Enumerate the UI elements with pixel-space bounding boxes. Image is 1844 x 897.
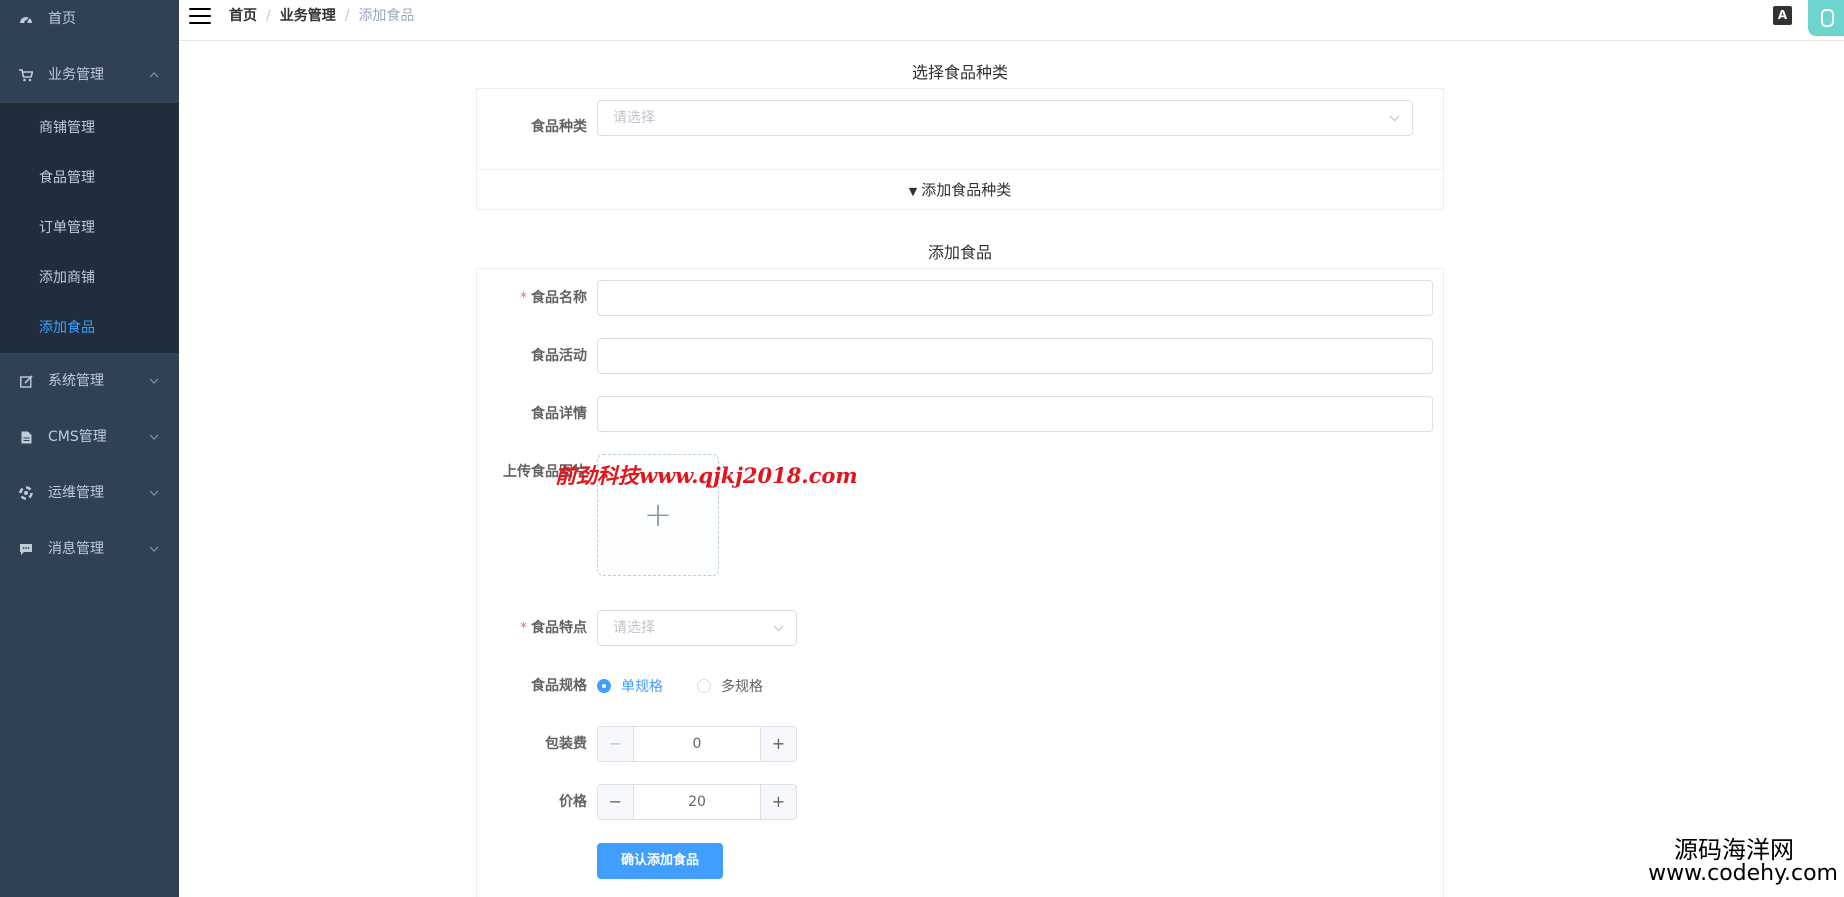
category-section-title: 选择食品种类 — [911, 63, 1008, 82]
confirm-add-food-button[interactable]: 确认添加食品 — [597, 843, 723, 879]
sidebar-item-add-shop[interactable]: 添加商铺 — [0, 253, 179, 303]
required-mark: * — [520, 620, 527, 636]
edit-icon — [18, 353, 34, 409]
sidebar-item-label: 首页 — [48, 11, 76, 27]
business-submenu: 商铺管理 食品管理 订单管理 添加商铺 添加食品 — [0, 103, 179, 353]
corner-watermark-line1: 源码海洋网 — [1674, 836, 1794, 864]
food-feature-label: * 食品特点 — [477, 610, 587, 646]
food-section-title: 添加食品 — [927, 243, 992, 262]
chevron-down-icon — [149, 465, 159, 521]
spec-multi-radio[interactable]: 多规格 — [697, 668, 763, 704]
food-activity-input[interactable] — [597, 338, 1433, 374]
avatar[interactable] — [1808, 0, 1844, 36]
food-name-label-text: 食品名称 — [531, 290, 587, 306]
sidebar-item-cms[interactable]: CMS管理 — [0, 409, 179, 465]
radio-dot — [597, 679, 611, 693]
spec-single-label: 单规格 — [621, 679, 663, 695]
breadcrumb-business[interactable]: 业务管理 — [280, 8, 336, 24]
chevron-up-icon — [149, 47, 159, 103]
price-label: 价格 — [559, 794, 587, 810]
watermark-text: 前劲科技www.qjkj2018.com — [555, 463, 858, 488]
packing-fee-label: 包装费 — [545, 736, 587, 752]
price-value[interactable]: 20 — [634, 785, 760, 819]
sidebar-item-business[interactable]: 业务管理 — [0, 47, 179, 103]
cart-icon — [18, 47, 34, 103]
food-feature-label-text: 食品特点 — [531, 620, 587, 636]
sidebar-item-label: CMS管理 — [48, 429, 107, 445]
food-name-label: * 食品名称 — [477, 280, 587, 316]
spec-single-radio[interactable]: 单规格 — [597, 668, 663, 704]
chevron-down-icon — [149, 521, 159, 577]
sidebar-item-label: 业务管理 — [48, 67, 104, 83]
sidebar-item-food-manage[interactable]: 食品管理 — [0, 153, 179, 203]
plus-button[interactable]: + — [760, 727, 796, 761]
food-detail-input[interactable] — [597, 396, 1433, 432]
sidebar-item-system[interactable]: 系统管理 — [0, 353, 179, 409]
food-activity-label: 食品活动 — [531, 348, 587, 364]
chevron-down-icon — [149, 353, 159, 409]
food-feature-placeholder: 请选择 — [613, 620, 655, 636]
packing-fee-value[interactable]: 0 — [634, 727, 760, 761]
chat-icon — [18, 521, 34, 577]
category-label: 食品种类 — [531, 119, 587, 135]
category-select[interactable]: 请选择 — [597, 100, 1413, 136]
add-category-label: 添加食品种类 — [921, 181, 1012, 199]
sidebar-item-message[interactable]: 消息管理 — [0, 521, 179, 577]
document-icon — [18, 409, 34, 465]
sidebar-item-ops[interactable]: 运维管理 — [0, 465, 179, 521]
minus-button[interactable]: − — [598, 785, 634, 819]
lifebuoy-icon — [18, 465, 34, 521]
corner-watermark-line2: www.codehy.com — [1648, 861, 1838, 886]
food-feature-select[interactable]: 请选择 — [597, 610, 797, 646]
sidebar-item-label: 系统管理 — [48, 373, 104, 389]
breadcrumb: 首页 / 业务管理 / 添加食品 — [229, 7, 414, 25]
radio-dot — [697, 679, 711, 693]
breadcrumb-separator: / — [344, 8, 350, 24]
plus-button[interactable]: + — [760, 785, 796, 819]
add-category-toggle[interactable]: ▼ 添加食品种类 — [477, 169, 1443, 210]
sidebar-item-label: 消息管理 — [48, 541, 104, 557]
chevron-down-icon — [1389, 101, 1400, 135]
sidebar-item-label: 运维管理 — [48, 485, 104, 501]
food-name-input[interactable] — [597, 280, 1433, 316]
corner-watermark: 源码海洋网 www.codehy.com — [1648, 838, 1838, 886]
food-spec-label: 食品规格 — [531, 678, 587, 694]
breadcrumb-current: 添加食品 — [358, 8, 415, 24]
sidebar-item-shop-manage[interactable]: 商铺管理 — [0, 103, 179, 153]
price-stepper: − 20 + — [597, 784, 797, 820]
food-card: * 食品名称 食品活动 食品详情 上传食品图片 + * 食品特点 请选择 食品规格 … — [476, 268, 1444, 897]
sidebar-item-home[interactable]: 首页 — [0, 0, 179, 47]
translate-icon[interactable]: A — [1773, 6, 1792, 25]
breadcrumb-separator: / — [266, 8, 271, 24]
chevron-down-icon — [149, 409, 159, 465]
category-select-placeholder: 请选择 — [613, 110, 655, 126]
hamburger-icon[interactable] — [189, 6, 211, 26]
sidebar: 首页 业务管理 商铺管理 食品管理 订单管理 添加商铺 添加食品 系统管理 CM… — [0, 0, 179, 897]
category-card: 食品种类 请选择 ▼ 添加食品种类 — [476, 88, 1444, 210]
dashboard-icon — [18, 0, 34, 47]
packing-fee-stepper: − 0 + — [597, 726, 797, 762]
minus-button[interactable]: − — [598, 727, 634, 761]
sidebar-item-order-manage[interactable]: 订单管理 — [0, 203, 179, 253]
navbar: 首页 / 业务管理 / 添加食品 A — [179, 0, 1844, 41]
sidebar-item-add-food[interactable]: 添加食品 — [0, 303, 179, 353]
spec-multi-label: 多规格 — [721, 679, 763, 695]
breadcrumb-home[interactable]: 首页 — [229, 8, 257, 24]
chevron-down-icon — [773, 611, 784, 645]
food-detail-label: 食品详情 — [531, 406, 587, 422]
caret-down-icon: ▼ — [908, 185, 918, 198]
required-mark: * — [520, 290, 527, 306]
